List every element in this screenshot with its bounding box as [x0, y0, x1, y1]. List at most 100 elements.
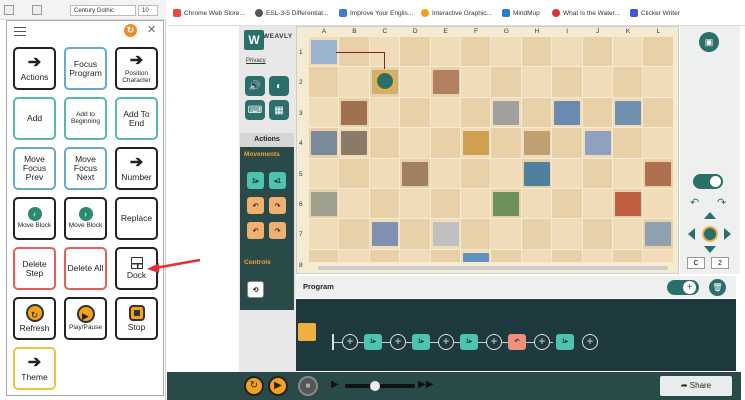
board-cell[interactable] [369, 249, 400, 262]
program-step-block[interactable]: 1▸ [460, 334, 478, 350]
move-backward-block[interactable]: ◂1 [269, 172, 286, 189]
number-button[interactable]: ➔ Number [115, 147, 158, 190]
board-cell[interactable] [613, 37, 643, 67]
board-cell[interactable] [582, 158, 612, 188]
undo-icon[interactable]: ↶ [690, 196, 699, 209]
program-step-block[interactable]: 1▸ [364, 334, 382, 350]
left-arrow-icon[interactable] [688, 228, 695, 240]
board-cell[interactable] [430, 189, 460, 219]
share-button[interactable]: ➦ Share [660, 376, 732, 396]
move-focus-prev-button[interactable]: Move Focus Prev [13, 147, 56, 190]
board-cell[interactable] [339, 67, 369, 97]
add-button[interactable]: Add [13, 97, 56, 140]
board-cell[interactable] [613, 249, 643, 262]
board-cell[interactable] [461, 67, 491, 97]
privacy-link[interactable]: Privacy [246, 58, 266, 64]
bookmark-esl[interactable]: ESL-3-5 Differentiat... [255, 9, 328, 17]
trash-icon[interactable]: 🗑 [709, 279, 726, 296]
turn-right-block[interactable]: ↷ [269, 197, 286, 214]
board-cell[interactable] [521, 97, 552, 128]
board-cell[interactable] [369, 97, 400, 128]
paste-icon[interactable] [32, 5, 42, 15]
board-cell[interactable] [521, 219, 552, 249]
board-cell[interactable] [613, 219, 643, 249]
grid-icon[interactable]: ▦ [269, 100, 289, 120]
board-cell[interactable] [491, 37, 521, 67]
board-cell[interactable] [400, 97, 430, 128]
board-cell[interactable] [643, 249, 673, 262]
close-icon[interactable]: ✕ [147, 23, 156, 36]
board-cell[interactable] [552, 128, 582, 158]
board-cell[interactable] [521, 249, 552, 262]
board-cell[interactable] [613, 67, 643, 97]
board-cell[interactable] [491, 128, 521, 158]
board-cell[interactable] [430, 128, 460, 158]
play-icon[interactable]: ▶ [268, 376, 288, 396]
character-thumbnail[interactable] [298, 323, 316, 341]
board-cell[interactable] [461, 158, 491, 188]
board-cell[interactable] [552, 189, 582, 219]
board-cell[interactable] [582, 189, 612, 219]
board-cell[interactable] [400, 67, 430, 97]
turn-right-block[interactable]: ↷ [269, 222, 286, 239]
right-arrow-icon[interactable] [724, 228, 731, 240]
board-cell[interactable] [552, 249, 582, 262]
board-cell[interactable] [430, 37, 460, 67]
menu-icon[interactable] [14, 27, 26, 36]
board-cell[interactable] [400, 189, 430, 219]
move-focus-next-button[interactable]: Move Focus Next [64, 147, 107, 190]
board-cell[interactable] [521, 189, 552, 219]
board-cell[interactable] [400, 219, 430, 249]
add-to-end-button[interactable]: Add To End [115, 97, 158, 140]
toolbar-icon[interactable] [4, 5, 14, 15]
board-cell[interactable] [613, 158, 643, 188]
bookmark-water[interactable]: What Is the Water... [552, 9, 620, 17]
board-cell[interactable] [643, 67, 673, 97]
column-field[interactable]: C [687, 257, 705, 269]
move-block-prev-button[interactable]: ‹ Move Block [13, 197, 56, 240]
edit-toggle[interactable] [693, 174, 723, 189]
board-cell[interactable] [552, 37, 582, 67]
board-cell[interactable] [400, 37, 430, 67]
bookmark-interactive-graphic[interactable]: Interactive Graphic... [421, 9, 492, 17]
board-cell[interactable] [461, 219, 491, 249]
board-scrollbar[interactable] [318, 266, 668, 270]
sound-icon[interactable]: 🔊 [245, 76, 265, 96]
board-cell[interactable] [552, 158, 582, 188]
board-cell[interactable] [400, 128, 430, 158]
delete-all-button[interactable]: Delete All [64, 247, 107, 290]
board-cell[interactable] [461, 97, 491, 128]
board-cell[interactable] [400, 249, 430, 262]
add-step-icon[interactable]: + [438, 334, 454, 350]
loop-block[interactable]: ⟲ [247, 281, 264, 298]
font-name-select[interactable]: Century Gothic [70, 5, 136, 16]
board-cell[interactable] [582, 67, 612, 97]
move-block-next-button[interactable]: › Move Block [64, 197, 107, 240]
play-pause-button[interactable]: ▶ Play/Pause [64, 297, 107, 340]
refresh-button[interactable]: ↻ Refresh [13, 297, 56, 340]
redo-icon[interactable]: ↷ [717, 196, 726, 209]
board-cell[interactable] [643, 128, 673, 158]
refresh-icon[interactable]: ↻ [244, 376, 264, 396]
board-cell[interactable] [582, 37, 612, 67]
stop-icon[interactable]: ■ [298, 376, 318, 396]
add-step-icon[interactable]: + [582, 334, 598, 350]
board-cell[interactable] [582, 249, 612, 262]
row-field[interactable]: 2 [711, 257, 729, 269]
add-step-icon[interactable]: + [342, 334, 358, 350]
program-step-block[interactable]: 1▸ [556, 334, 574, 350]
board-cell[interactable] [309, 249, 339, 262]
keyboard-icon[interactable]: ⌨ [245, 100, 265, 120]
image-icon[interactable]: ▣ [699, 32, 719, 52]
board-cell[interactable] [582, 97, 612, 128]
board-cell[interactable] [552, 219, 582, 249]
theme-button[interactable]: ➔ Theme [13, 347, 56, 390]
board-cell[interactable] [461, 37, 491, 67]
actions-tab[interactable]: Actions [240, 133, 294, 147]
down-arrow-icon[interactable] [704, 246, 716, 253]
add-step-icon[interactable]: + [390, 334, 406, 350]
board-cell[interactable] [430, 158, 460, 188]
add-step-icon[interactable]: + [534, 334, 550, 350]
bookmark-chrome-web-store[interactable]: Chrome Web Store... [173, 9, 245, 17]
up-arrow-icon[interactable] [704, 212, 716, 219]
